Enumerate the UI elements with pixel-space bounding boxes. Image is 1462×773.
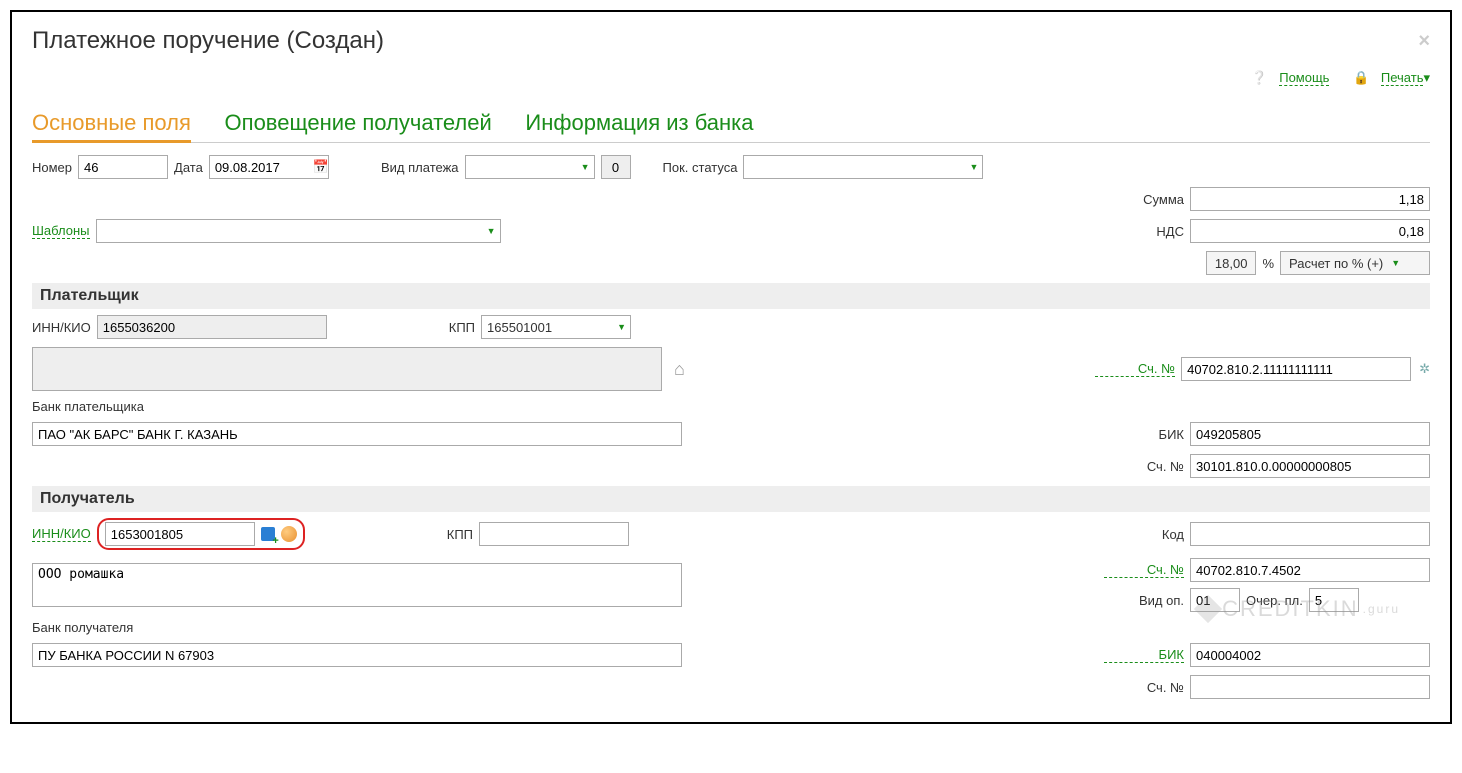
payer-inn-label: ИНН/КИО [32,320,91,335]
payer-name-textarea [32,347,662,391]
window-title: Платежное поручение (Создан) [32,27,384,55]
highlighted-inn-box [97,518,305,550]
date-field[interactable] [209,155,329,179]
vat-rate-button[interactable]: 18,00 [1206,251,1257,275]
recip-code-label: Код [1104,527,1184,542]
payer-account-label[interactable]: Сч. № [1095,361,1175,377]
payer-kpp-dropdown[interactable]: 165501001 [481,315,631,339]
payment-type-dropdown[interactable] [465,155,595,179]
payer-bik-field[interactable] [1190,422,1430,446]
recip-inn-label[interactable]: ИНН/КИО [32,526,91,542]
recip-account-field[interactable] [1190,558,1430,582]
sum-field[interactable] [1190,187,1430,211]
payment-type-code [601,155,631,179]
vat-field[interactable] [1190,219,1430,243]
vat-calc-dropdown[interactable]: Расчет по % (+) [1280,251,1430,275]
vat-label: НДС [1104,224,1184,239]
recip-code-field[interactable] [1190,522,1430,546]
status-dropdown[interactable] [743,155,983,179]
payer-kpp-label: КПП [449,320,475,335]
recip-bik-field[interactable] [1190,643,1430,667]
recip-corr-account-field[interactable] [1190,675,1430,699]
tab-recipient-notify[interactable]: Оповещение получателей [225,106,492,140]
payer-account-field[interactable] [1181,357,1411,381]
recip-kpp-field[interactable] [479,522,629,546]
templates-dropdown[interactable] [96,219,501,243]
queue-label: Очер. пл. [1246,593,1303,608]
home-icon[interactable]: ⌂ [674,359,685,380]
payer-section-header: Плательщик [32,283,1430,309]
recipient-section-header: Получатель [32,486,1430,512]
payer-bank-label: Банк плательщика [32,399,144,414]
number-field[interactable] [78,155,168,179]
number-label: Номер [32,160,72,175]
status-dot-icon[interactable] [281,526,297,542]
tabs: Основные поля Оповещение получателей Инф… [32,106,1430,143]
recip-corr-account-label: Сч. № [1104,680,1184,695]
print-link[interactable]: Печать [1381,70,1424,86]
recip-kpp-label: КПП [447,527,473,542]
add-icon[interactable] [261,527,275,541]
payer-bik-label: БИК [1104,427,1184,442]
recip-bik-label[interactable]: БИК [1104,647,1184,663]
top-links: ❔ Помощь 🔒 Печать▾ [32,70,1430,86]
close-icon[interactable]: × [1418,30,1430,53]
payer-inn-field [97,315,327,339]
payer-corr-account-field[interactable] [1190,454,1430,478]
payer-bank-field[interactable] [32,422,682,446]
oper-type-label: Вид оп. [1104,593,1184,608]
print-icon: 🔒 [1353,70,1369,85]
gear-icon[interactable]: ✲ [1419,361,1430,377]
recip-name-textarea[interactable] [32,563,682,607]
payment-type-label: Вид платежа [381,160,459,175]
percent-label: % [1262,256,1274,271]
payment-order-window: Платежное поручение (Создан) × ❔ Помощь … [10,10,1452,724]
recip-inn-field[interactable] [105,522,255,546]
help-link[interactable]: Помощь [1279,70,1329,86]
recip-bank-field[interactable] [32,643,682,667]
status-label: Пок. статуса [663,160,738,175]
sum-label: Сумма [1104,192,1184,207]
tab-main-fields[interactable]: Основные поля [32,106,191,143]
payer-corr-account-label: Сч. № [1104,459,1184,474]
queue-field[interactable] [1309,588,1359,612]
tab-bank-info[interactable]: Информация из банка [525,106,753,140]
recip-account-label[interactable]: Сч. № [1104,562,1184,578]
help-icon: ❔ [1251,70,1267,85]
oper-type-field[interactable] [1190,588,1240,612]
date-label: Дата [174,160,203,175]
templates-link[interactable]: Шаблоны [32,223,90,239]
recip-bank-label: Банк получателя [32,620,133,635]
